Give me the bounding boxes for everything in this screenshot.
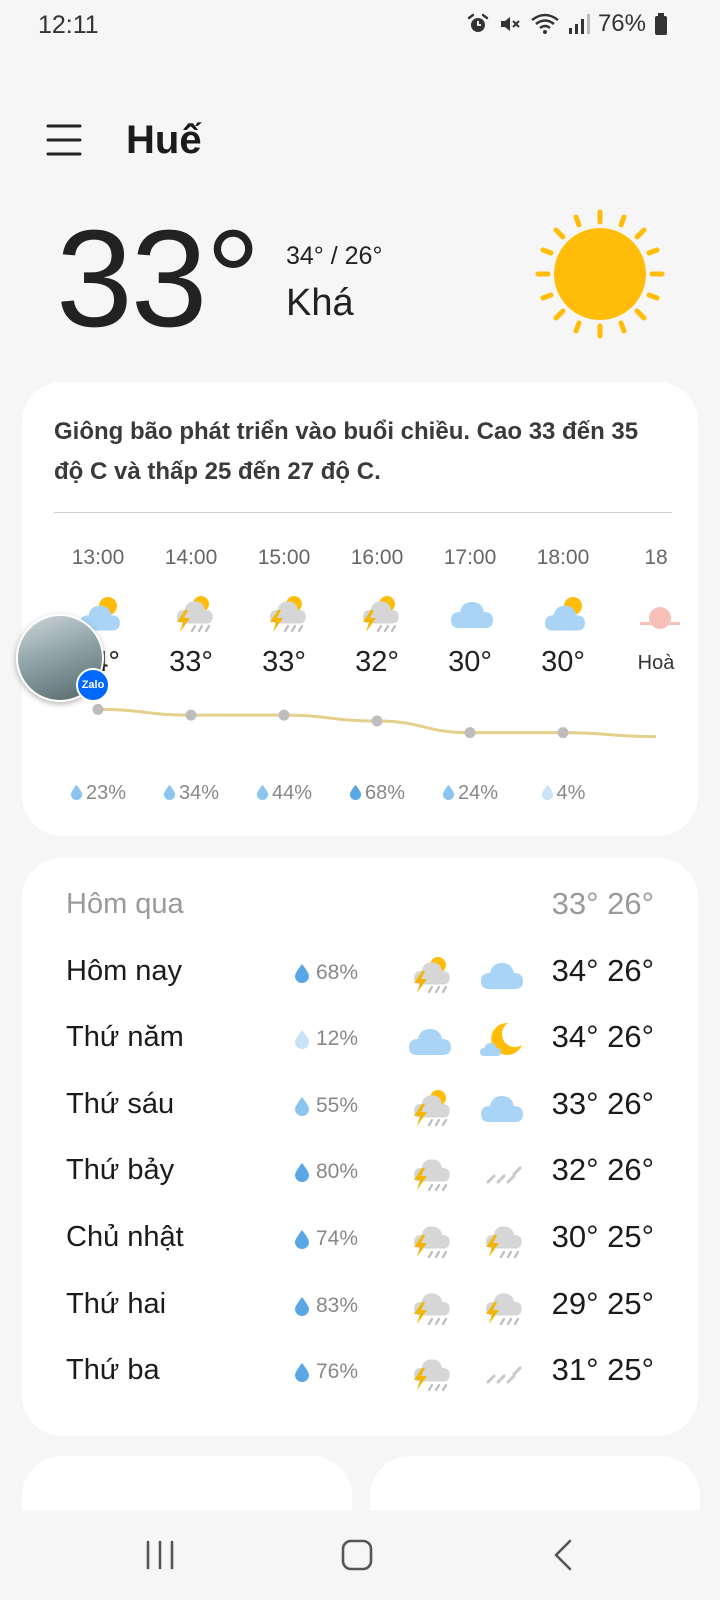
battery-icon	[655, 13, 667, 35]
status-icons: 76%	[466, 10, 668, 38]
sun-icon	[535, 209, 665, 339]
day-name: Hôm qua	[66, 888, 184, 920]
thunder-sun-icon	[414, 956, 450, 993]
raindrop-icon	[295, 1030, 309, 1050]
daily-row[interactable]: Thứ năm 12% 34° 26°	[22, 1009, 698, 1069]
weather-condition: Khá	[286, 282, 354, 324]
divider	[54, 512, 672, 513]
rain-icon	[486, 1166, 522, 1184]
battery-percent: 76%	[597, 10, 646, 37]
thunder-icon	[414, 1292, 450, 1325]
precipitation-value: 76%	[316, 1360, 359, 1384]
day-precipitation: 68%	[294, 961, 358, 985]
day-precipitation: 12%	[294, 1027, 358, 1051]
status-bar: 12:11 76%	[0, 0, 720, 52]
day-name: Thứ ba	[66, 1354, 160, 1387]
hamburger-menu-icon[interactable]	[44, 120, 84, 160]
forecast-summary-card[interactable]: Giông bão phát triển vào buổi chiều. Cao…	[22, 382, 698, 836]
system-nav-bar	[0, 1510, 720, 1600]
day-name: Hôm nay	[66, 954, 183, 987]
thunder-icon	[414, 1359, 450, 1392]
precipitation-value: 55%	[316, 1093, 359, 1117]
high-low-temperature: 34° / 26°	[286, 242, 383, 270]
cloud-icon	[481, 962, 523, 989]
temperature-point	[371, 715, 383, 727]
cloud-icon	[409, 1029, 451, 1056]
thunder-icon	[414, 1159, 450, 1192]
day-name: Thứ năm	[66, 1021, 184, 1054]
raindrop-icon	[295, 1296, 309, 1316]
day-name: Thứ sáu	[66, 1087, 175, 1120]
back-icon[interactable]	[540, 1532, 590, 1578]
raindrop-icon	[295, 1363, 309, 1383]
home-icon[interactable]	[332, 1532, 382, 1578]
day-high-low: 34° 26°	[551, 1019, 654, 1055]
day-high-low: 31° 25°	[551, 1352, 654, 1388]
rain-icon	[486, 1366, 522, 1384]
chat-bubble-avatar[interactable]: Zalo	[16, 614, 110, 702]
day-name: Thứ hai	[66, 1287, 167, 1320]
day-high-low: 33° 26°	[551, 1085, 654, 1121]
day-precipitation: 80%	[294, 1160, 358, 1184]
precipitation-value: 68%	[316, 960, 359, 984]
temperature-point	[464, 727, 476, 739]
wifi-icon	[531, 13, 559, 34]
temperature-trend-line	[92, 703, 657, 739]
daily-forecast-card[interactable]: Hôm qua 33° 26° Hôm nay 68% 34° 26° Thứ năm 12…	[22, 858, 698, 1436]
daily-row[interactable]: Hôm nay 68% 34° 26°	[22, 943, 698, 1003]
city-title: Huế	[126, 118, 202, 162]
precipitation-value: 80%	[316, 1160, 359, 1184]
raindrop-icon	[295, 1096, 309, 1116]
hourly-forecast[interactable]: 13:0034°23%14:0033°34%15:0033°44%16:0032…	[22, 522, 698, 822]
precipitation-value: 12%	[316, 1027, 359, 1051]
thunder-sun-icon	[414, 1089, 450, 1126]
day-high-low: 34° 26°	[551, 952, 654, 988]
temperature-point	[92, 703, 104, 715]
day-high-low: 32° 26°	[551, 1152, 654, 1188]
temperature-point	[185, 709, 197, 721]
mute-icon	[500, 17, 520, 31]
day-precipitation: 55%	[294, 1094, 358, 1118]
daily-row[interactable]: Thứ hai 83% 29° 25°	[22, 1276, 698, 1336]
day-precipitation: 74%	[294, 1227, 358, 1251]
thunder-icon	[486, 1292, 522, 1325]
zalo-badge: Zalo	[76, 668, 110, 702]
daily-row[interactable]: Thứ sáu 55% 33° 26°	[22, 1076, 698, 1136]
signal-icon	[568, 14, 590, 34]
current-temperature: 33°	[56, 202, 261, 356]
daily-row[interactable]: Chủ nhật 74% 30° 25°	[22, 1209, 698, 1269]
raindrop-icon	[295, 1163, 309, 1183]
alarm-icon	[467, 13, 489, 32]
raindrop-icon	[295, 1230, 309, 1249]
day-name: Chủ nhật	[66, 1221, 184, 1253]
moon-cloud-icon	[480, 1023, 522, 1057]
day-precipitation: 83%	[294, 1294, 358, 1318]
day-name: Thứ bảy	[66, 1154, 175, 1187]
day-high-low: 33° 26°	[551, 886, 654, 921]
daily-row[interactable]: Thứ ba 76% 31° 25°	[22, 1342, 698, 1402]
forecast-summary-text: Giông bão phát triển vào buổi chiều. Cao…	[54, 418, 639, 485]
temperature-point	[557, 727, 569, 739]
status-time: 12:11	[38, 11, 99, 39]
daily-row[interactable]: Thứ bảy 80% 32° 26°	[22, 1142, 698, 1202]
cloud-icon	[481, 1095, 523, 1122]
thunder-icon	[486, 1226, 522, 1259]
day-high-low: 29° 25°	[551, 1285, 654, 1321]
thunder-icon	[414, 1226, 450, 1259]
yesterday-row[interactable]: Hôm qua 33° 26°	[22, 876, 698, 936]
temperature-point	[278, 709, 290, 721]
precipitation-value: 83%	[316, 1293, 359, 1317]
day-precipitation: 76%	[294, 1360, 358, 1384]
recent-apps-icon[interactable]	[135, 1532, 185, 1578]
raindrop-icon	[295, 963, 309, 983]
precipitation-value: 74%	[316, 1227, 359, 1250]
day-high-low: 30° 25°	[551, 1219, 654, 1254]
